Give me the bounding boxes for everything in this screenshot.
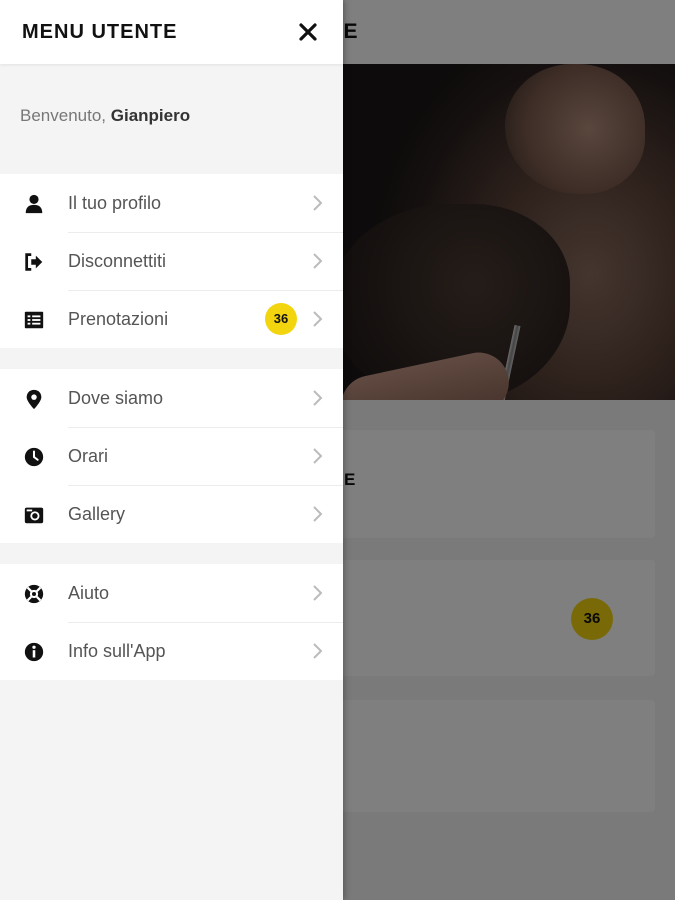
- camera-icon: [22, 503, 46, 527]
- menu-item-label: Disconnettiti: [68, 251, 167, 271]
- menu-group-account: Il tuo profilo Disconnettiti Prenotazion…: [0, 174, 343, 348]
- menu-item-label: Info sull'App: [68, 641, 166, 661]
- bookings-count-badge: 36: [265, 303, 297, 335]
- chevron-right-icon: [310, 194, 324, 212]
- lifebuoy-icon: [22, 582, 46, 606]
- logout-icon: [22, 250, 46, 274]
- welcome-text: Benvenuto, Gianpiero: [20, 106, 190, 126]
- menu-item-label: Prenotazioni: [68, 309, 169, 329]
- chevron-right-icon: [310, 642, 324, 660]
- menu-item-help[interactable]: Aiuto: [0, 564, 343, 622]
- location-pin-icon: [22, 387, 46, 411]
- menu-item-location[interactable]: Dove siamo: [0, 369, 343, 427]
- menu-group-support: Aiuto Info sull'App: [0, 564, 343, 680]
- clock-icon: [22, 445, 46, 469]
- menu-item-profile[interactable]: Il tuo profilo: [0, 174, 343, 232]
- menu-item-label: Gallery: [68, 504, 126, 524]
- info-icon: [22, 640, 46, 664]
- chevron-right-icon: [310, 389, 324, 407]
- user-name: Gianpiero: [110, 106, 191, 125]
- drawer-title: MENU UTENTE: [22, 21, 178, 43]
- chevron-right-icon: [310, 584, 324, 602]
- close-icon: [299, 23, 317, 41]
- list-icon: [22, 308, 46, 332]
- menu-item-bookings[interactable]: Prenotazioni 36: [0, 290, 343, 348]
- chevron-right-icon: [310, 505, 324, 523]
- menu-item-gallery[interactable]: Gallery: [0, 485, 343, 543]
- menu-item-label: Il tuo profilo: [68, 193, 162, 213]
- menu-item-logout[interactable]: Disconnettiti: [0, 232, 343, 290]
- side-drawer: MENU UTENTE Benvenuto, Gianpiero Il tuo …: [0, 0, 343, 900]
- chevron-right-icon: [310, 310, 324, 328]
- menu-item-hours[interactable]: Orari: [0, 427, 343, 485]
- welcome-prefix: Benvenuto,: [20, 106, 111, 125]
- menu-item-app-info[interactable]: Info sull'App: [0, 622, 343, 680]
- chevron-right-icon: [310, 252, 324, 270]
- menu-item-label: Dove siamo: [68, 388, 164, 408]
- close-button[interactable]: [290, 14, 326, 50]
- menu-item-label: Orari: [68, 446, 108, 466]
- user-icon: [22, 192, 46, 216]
- chevron-right-icon: [310, 447, 324, 465]
- drawer-header: MENU UTENTE: [0, 0, 343, 64]
- menu-group-info: Dove siamo Orari Gallery: [0, 369, 343, 543]
- menu-item-label: Aiuto: [68, 583, 110, 603]
